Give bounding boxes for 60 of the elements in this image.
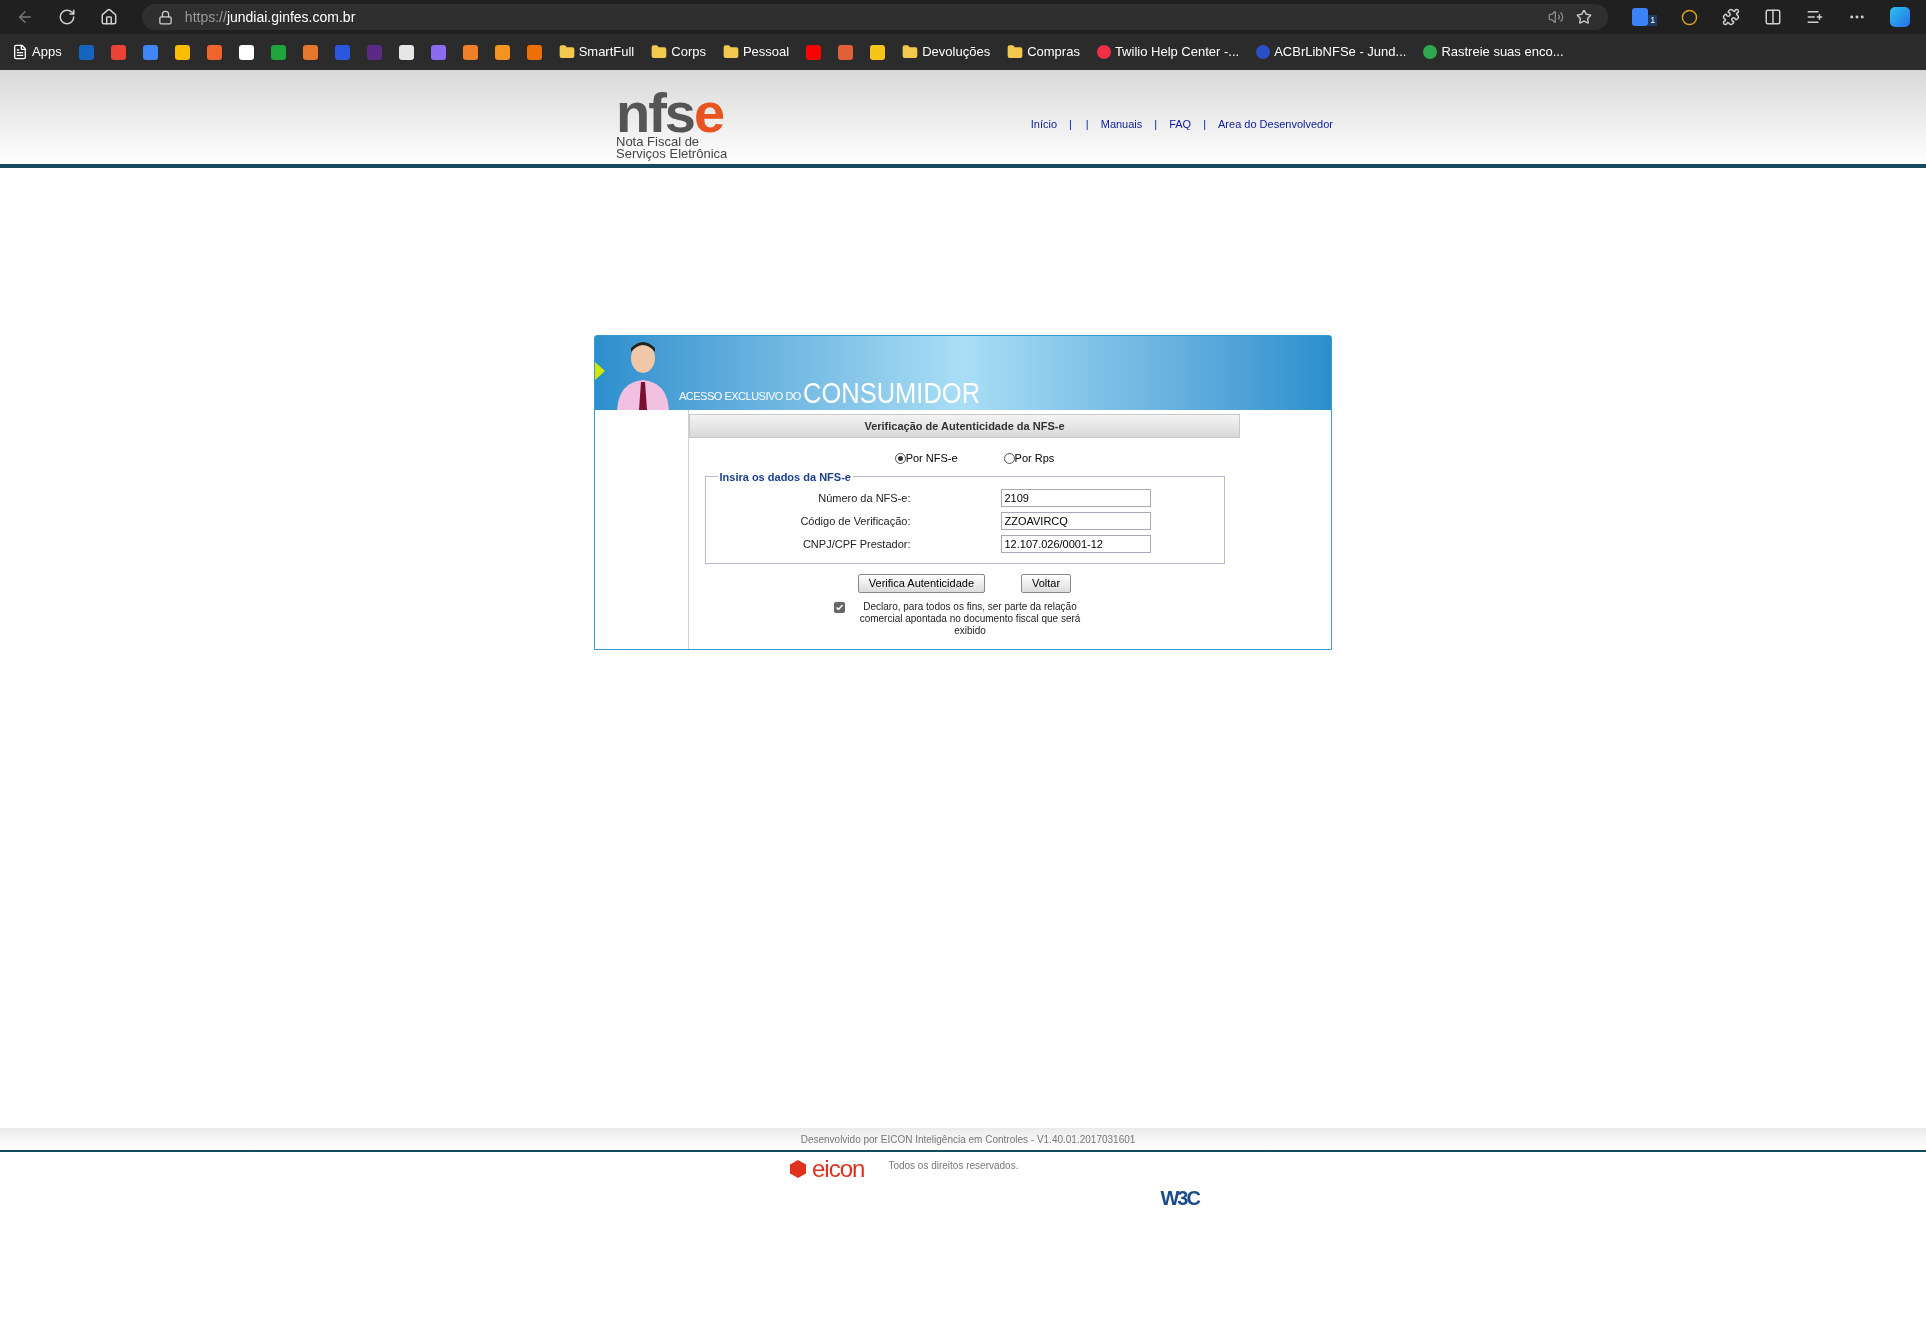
bookmark-folder[interactable]: SmartFull [558,42,635,62]
field-label: CNPJ/CPF Prestador: [801,536,912,552]
site-logo: nfse [616,90,725,136]
text-field[interactable]: 2109 [1000,489,1151,507]
split-screen-icon[interactable] [1764,8,1783,26]
folder-icon [722,44,739,60]
bookmark-link[interactable]: Twilio Help Center -... [1096,42,1240,62]
form-button[interactable]: Verifica Autenticidade [857,574,985,593]
favorite-star-icon[interactable] [1576,9,1593,25]
nav-separator: | [1085,116,1089,132]
bookmark-folder[interactable]: Pessoal [722,42,790,62]
page-icon [12,44,28,60]
text-field[interactable]: ZZOAVIRCQ [1000,512,1151,530]
reload-icon[interactable] [57,8,76,26]
developer-credit: Desenvolvido por EICON Inteligência em Controles - V1.40.01.2017031601 [800,1132,1136,1147]
folder-icon [1007,44,1024,60]
bookmark-folder[interactable]: Devoluções [902,42,991,62]
text-field[interactable]: 12.107.026/0001-12 [1000,535,1151,553]
nav-link[interactable]: FAQ [1169,115,1192,132]
arrow-marker-icon [595,362,605,380]
extension-badge: 1 [1648,15,1658,26]
folder-icon [902,44,919,60]
bookmark-link[interactable]: ACBrLibNFSe - Jund... [1256,42,1407,62]
hexagon-icon [788,1159,808,1179]
declaration-checkbox[interactable] [833,602,845,613]
nav-link[interactable]: Manuais [1100,115,1143,132]
nav-link[interactable]: Area do Desenvolvedor [1218,115,1333,132]
w3c-logo: W3C [1160,1186,1199,1211]
bookmark-folder[interactable]: Corps [651,42,706,62]
logo-tagline: Serviços Eletrônica [616,148,728,160]
radio-option[interactable]: Por NFS-e [894,450,958,467]
bookmark-folder[interactable]: Compras [1007,42,1080,62]
read-aloud-icon[interactable] [1548,9,1565,25]
nav-separator: | [1203,116,1207,132]
nav-separator: | [1069,116,1072,132]
folder-icon [651,44,668,60]
declaration-text: Declaro, para todos os fins, ser parte da relação comercial apontada no documento fiscal que será exibido [858,601,1082,637]
nav-separator: | [1154,116,1158,132]
field-label: Número da NFS-e: [817,490,912,506]
address-bar[interactable]: https://jundiai.ginfes.com.br [141,4,1609,30]
bookmark-link[interactable]: Rastreie suas enco... [1423,42,1564,62]
url-text: https://jundiai.ginfes.com.br [184,7,357,27]
fieldset-legend: Insira os dados da NFS-e [717,468,853,485]
back-icon[interactable] [16,8,34,26]
bookmark-link[interactable]: Apps [12,42,62,62]
nav-link[interactable]: Início [1030,115,1057,132]
banner-prefix: ACESSO EXCLUSIVO DO [679,388,801,404]
form-title-bar: Verificação de Autenticidade da NFS-e [689,414,1240,438]
logo-tagline: Nota Fiscal de [616,136,701,148]
banner-title: CONSUMIDOR [802,376,981,410]
field-label: Código de Verificação: [799,513,912,529]
lock-icon [157,9,173,25]
extensions-icon[interactable] [1722,8,1741,26]
radio-option[interactable]: Por Rps [1003,450,1055,467]
company-logo: eicon [788,1158,865,1180]
home-icon[interactable] [99,8,118,26]
rights-text: Todos os direitos reservados. [888,1159,1020,1173]
folder-icon [558,44,575,60]
favorites-icon[interactable] [1806,8,1825,26]
form-button[interactable]: Voltar [1021,574,1072,593]
